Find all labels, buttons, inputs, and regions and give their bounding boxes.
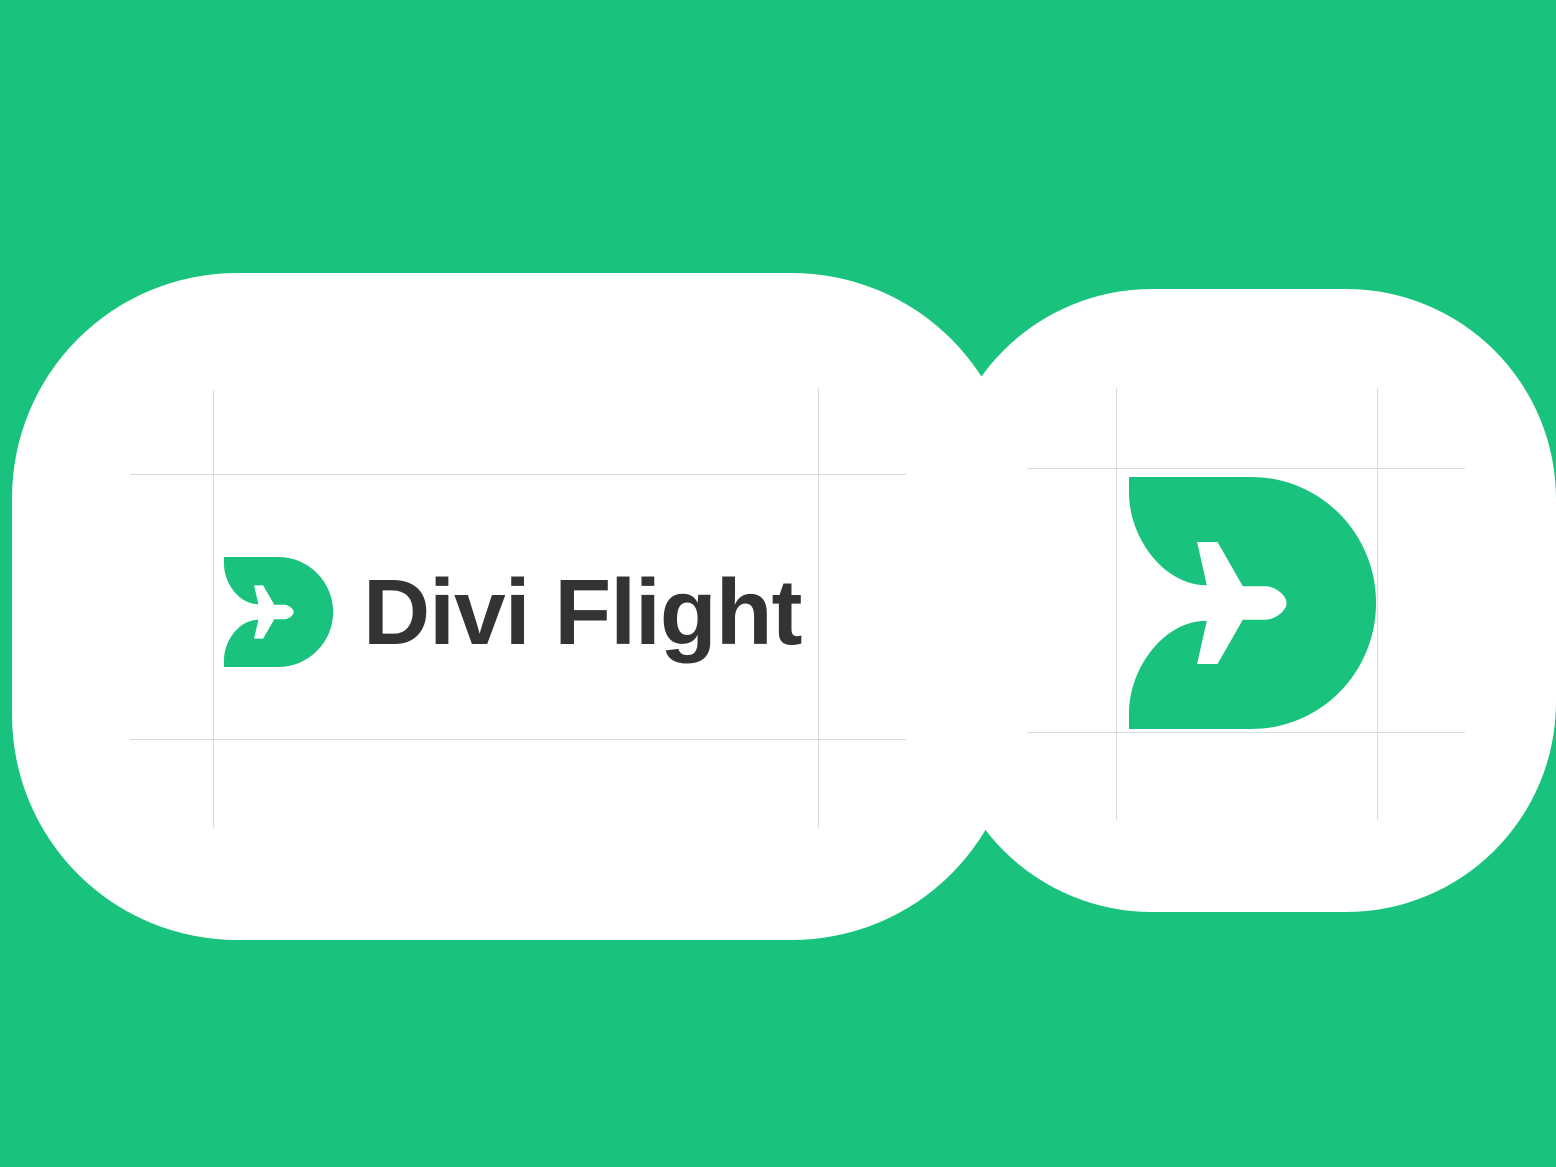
guide-line-left (213, 390, 214, 828)
d-plane-logo-icon (224, 557, 334, 667)
guide-line-top (130, 474, 906, 475)
guide-line-right (818, 388, 819, 828)
guide-line-bottom (1027, 732, 1465, 733)
guide-line-bottom (130, 739, 906, 740)
guide-line-left (1116, 388, 1117, 820)
guide-line-top (1027, 468, 1465, 469)
background: Divi Flight @Jebali Halik (0, 0, 1556, 1167)
credit-text: @Jebali Halik (1158, 898, 1312, 912)
wordmark-text: Divi Flight (363, 560, 802, 664)
d-plane-logo-icon (1129, 477, 1377, 729)
